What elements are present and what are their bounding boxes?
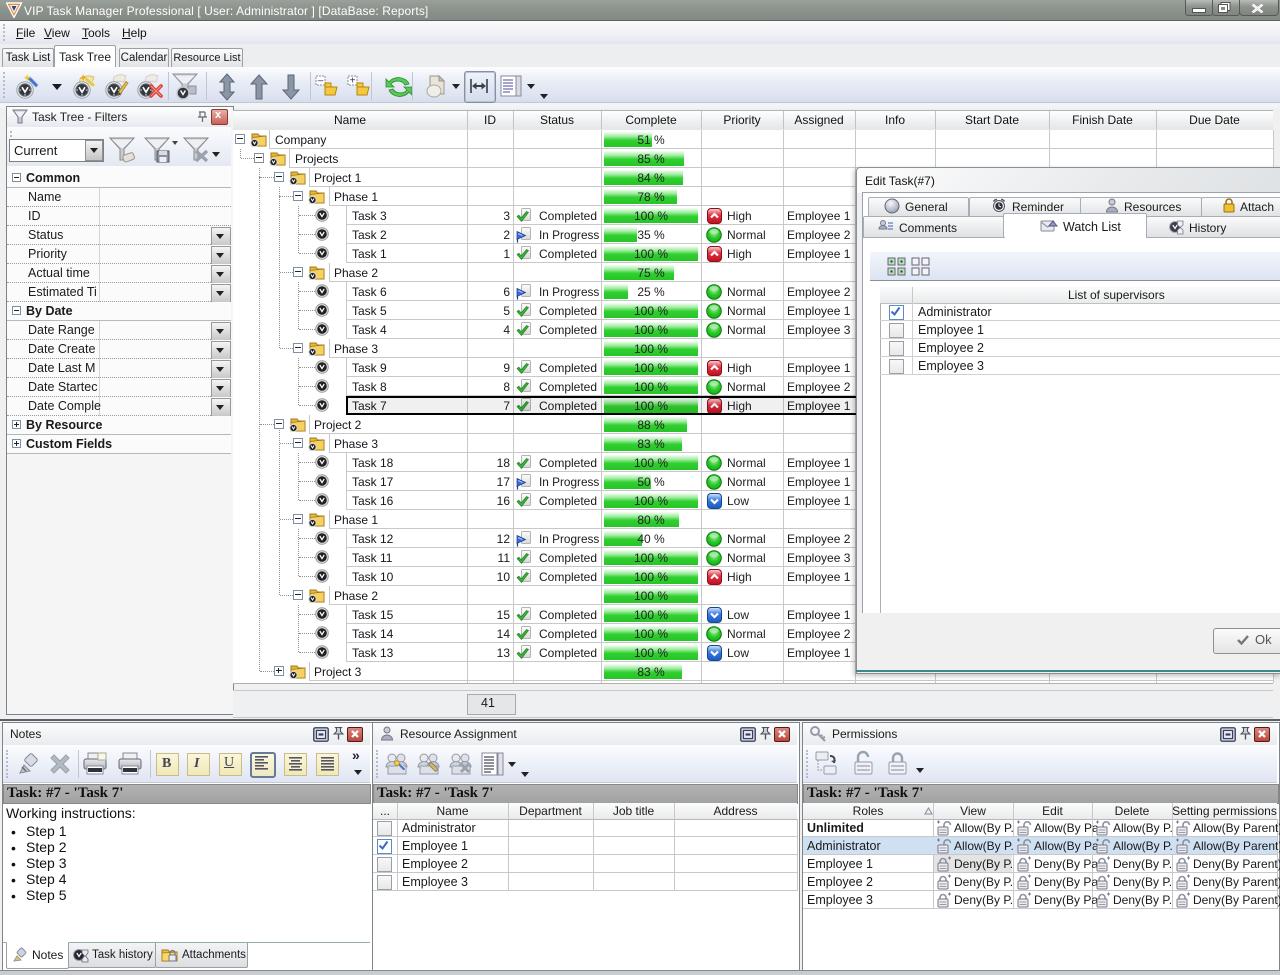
svg-text:–: –	[318, 76, 324, 87]
svg-text:+: +	[350, 76, 356, 87]
